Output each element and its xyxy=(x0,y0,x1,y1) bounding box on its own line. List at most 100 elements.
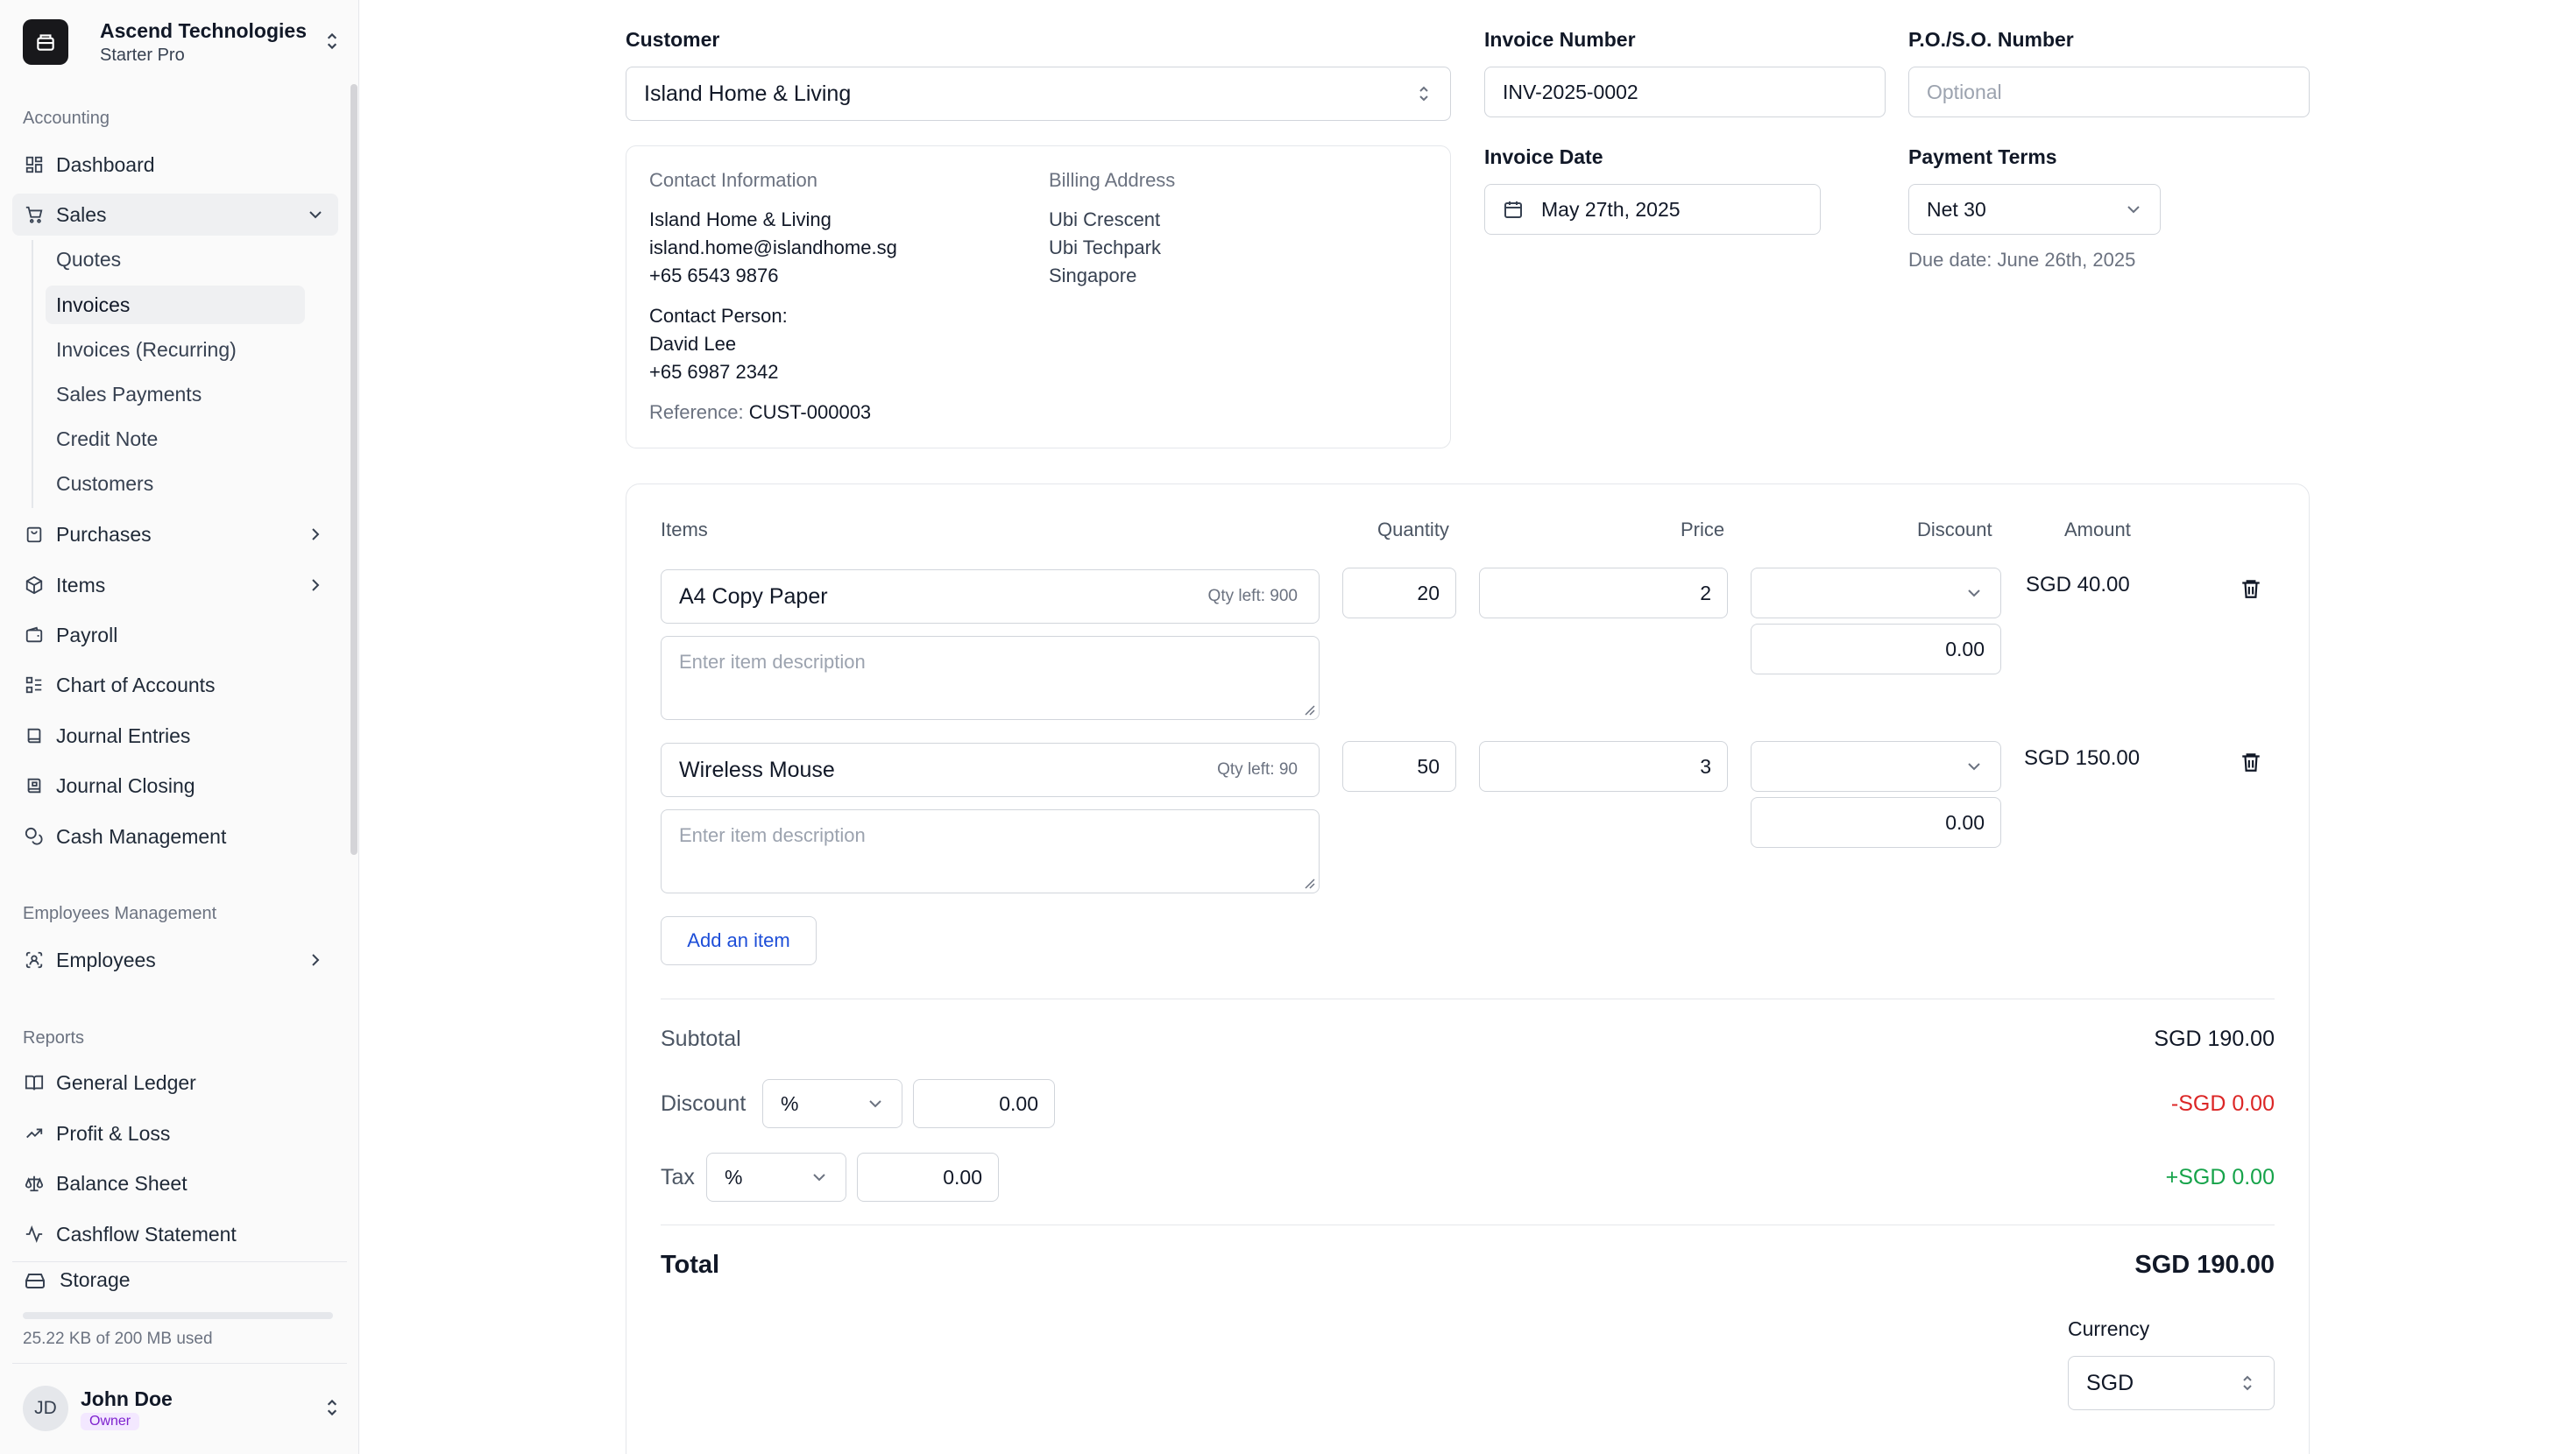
customer-label: Customer xyxy=(626,28,720,51)
avatar: JD xyxy=(23,1386,68,1431)
sidebar-item-purchases[interactable]: Purchases xyxy=(12,513,338,555)
sidebar-item-cashflow-statement[interactable]: Cashflow Statement xyxy=(12,1213,338,1255)
items-card xyxy=(626,483,2310,1454)
item-description-input[interactable]: Enter item description xyxy=(661,636,1320,720)
sidebar-item-journal-entries[interactable]: Journal Entries xyxy=(12,715,338,757)
currency-label: Currency xyxy=(2068,1317,2150,1340)
resize-handle-icon[interactable] xyxy=(1303,877,1315,889)
trending-up-icon xyxy=(23,1122,46,1145)
sidebar-item-quotes[interactable]: Quotes xyxy=(46,240,305,279)
total-label: Total xyxy=(661,1251,720,1279)
item-description-placeholder: Enter item description xyxy=(679,824,866,846)
invoice-number-label: Invoice Number xyxy=(1484,28,1636,51)
discount-value-input[interactable]: 0.00 xyxy=(1751,624,2001,674)
sidebar-item-balance-sheet[interactable]: Balance Sheet xyxy=(12,1162,338,1204)
sidebar-item-profit-loss[interactable]: Profit & Loss xyxy=(12,1112,338,1154)
sidebar-scrollbar[interactable] xyxy=(350,84,357,855)
sidebar-item-employees[interactable]: Employees xyxy=(12,939,338,981)
chevron-down-icon xyxy=(1964,756,1985,777)
user-menu[interactable]: JD John Doe Owner xyxy=(23,1382,343,1435)
sidebar-item-label: Balance Sheet xyxy=(56,1171,188,1195)
sidebar-item-label: Employees xyxy=(56,948,156,971)
trash-icon[interactable] xyxy=(2240,576,2262,601)
tax-input[interactable]: 0.00 xyxy=(857,1153,999,1202)
sidebar-item-chart-of-accounts[interactable]: Chart of Accounts xyxy=(12,664,338,706)
item-name-value: A4 Copy Paper xyxy=(679,583,828,609)
add-item-button[interactable]: Add an item xyxy=(661,916,817,965)
quantity-input[interactable]: 50 xyxy=(1342,741,1456,792)
customer-select-value: Island Home & Living xyxy=(644,81,852,106)
po-number-label: P.O./S.O. Number xyxy=(1908,28,2074,51)
column-header-quantity: Quantity xyxy=(1377,519,1449,540)
tax-type-select[interactable]: % xyxy=(706,1153,846,1202)
sidebar-item-label: General Ledger xyxy=(56,1070,196,1094)
item-description-placeholder: Enter item description xyxy=(679,651,866,673)
sidebar-item-dashboard[interactable]: Dashboard xyxy=(12,144,338,186)
sidebar-item-customers[interactable]: Customers xyxy=(46,464,305,503)
sidebar-item-label: Sales xyxy=(56,202,107,226)
invoice-date-picker[interactable]: May 27th, 2025 xyxy=(1484,184,1821,235)
resize-handle-icon[interactable] xyxy=(1303,703,1315,716)
contact-person-name: David Lee xyxy=(649,333,737,355)
contact-phone: +65 6543 9876 xyxy=(649,265,779,286)
section-accounting: Accounting xyxy=(23,109,110,128)
discount-type-select[interactable] xyxy=(1751,568,2001,618)
quantity-input[interactable]: 20 xyxy=(1342,568,1456,618)
org-logo-icon xyxy=(23,19,68,65)
discount-label: Discount xyxy=(661,1091,747,1116)
item-description-input[interactable]: Enter item description xyxy=(661,809,1320,893)
discount-type-select[interactable] xyxy=(1751,741,2001,792)
coins-icon xyxy=(23,825,46,848)
sidebar-divider xyxy=(12,1261,347,1262)
contact-name: Island Home & Living xyxy=(649,208,832,230)
item-name-input[interactable]: A4 Copy Paper Qty left: 900 xyxy=(661,569,1320,624)
price-input[interactable]: 2 xyxy=(1479,568,1728,618)
storage-progress xyxy=(23,1312,333,1319)
price-input[interactable]: 3 xyxy=(1479,741,1728,792)
invoice-number-value: INV-2025-0002 xyxy=(1503,80,1638,103)
qty-left-text: Qty left: 90 xyxy=(1217,760,1298,779)
sidebar-divider xyxy=(12,1363,347,1364)
order-discount-type-select[interactable]: % xyxy=(762,1079,902,1128)
po-number-input[interactable]: Optional xyxy=(1908,67,2310,117)
discount-value-input[interactable]: 0.00 xyxy=(1751,797,2001,848)
sidebar-item-general-ledger[interactable]: General Ledger xyxy=(12,1062,338,1104)
reference-value: CUST-000003 xyxy=(748,401,872,423)
customer-select[interactable]: Island Home & Living xyxy=(626,67,1451,121)
item-name-input[interactable]: Wireless Mouse Qty left: 90 xyxy=(661,743,1320,797)
book-icon xyxy=(23,724,46,747)
sidebar-item-credit-note[interactable]: Credit Note xyxy=(46,420,305,458)
scan-user-icon xyxy=(23,949,46,971)
po-number-placeholder: Optional xyxy=(1927,80,2002,103)
chevrons-up-down-icon xyxy=(2237,1373,2258,1394)
book-lock-icon xyxy=(23,774,46,797)
payment-terms-select[interactable]: Net 30 xyxy=(1908,184,2161,235)
sidebar-item-payroll[interactable]: Payroll xyxy=(12,614,338,656)
sidebar-item-cash-management[interactable]: Cash Management xyxy=(12,815,338,858)
contact-information-heading: Contact Information xyxy=(649,169,817,191)
line-amount: SGD 150.00 xyxy=(2024,746,2141,770)
storage-usage-text: 25.22 KB of 200 MB used xyxy=(23,1330,213,1348)
sidebar-item-invoices[interactable]: Invoices xyxy=(46,286,305,324)
org-switcher[interactable]: Ascend Technologies Starter Pro xyxy=(23,18,343,67)
order-discount-input[interactable]: 0.00 xyxy=(913,1079,1055,1128)
currency-select[interactable]: SGD xyxy=(2068,1356,2275,1410)
sidebar-item-invoices-recurring[interactable]: Invoices (Recurring) xyxy=(46,330,305,369)
list-tree-icon xyxy=(23,674,46,696)
sidebar-item-sales[interactable]: Sales xyxy=(12,194,338,236)
payment-terms-value: Net 30 xyxy=(1927,197,1986,221)
role-badge: Owner xyxy=(81,1413,140,1430)
sidebar-item-sales-payments[interactable]: Sales Payments xyxy=(46,375,305,413)
sidebar-item-label: Profit & Loss xyxy=(56,1121,171,1145)
user-name: John Doe xyxy=(81,1387,173,1410)
sidebar-item-items[interactable]: Items xyxy=(12,564,338,606)
billing-address-line: Singapore xyxy=(1049,265,1137,286)
sidebar-item-label: Chart of Accounts xyxy=(56,673,216,696)
chevron-down-icon xyxy=(809,1167,830,1188)
trash-icon[interactable] xyxy=(2240,750,2262,774)
item-name-value: Wireless Mouse xyxy=(679,757,835,782)
invoice-number-input[interactable]: INV-2025-0002 xyxy=(1484,67,1886,117)
sidebar-item-journal-closing[interactable]: Journal Closing xyxy=(12,765,338,807)
sidebar: Ascend Technologies Starter Pro Accounti… xyxy=(0,0,359,1454)
sidebar-item-label: Cash Management xyxy=(56,824,227,848)
